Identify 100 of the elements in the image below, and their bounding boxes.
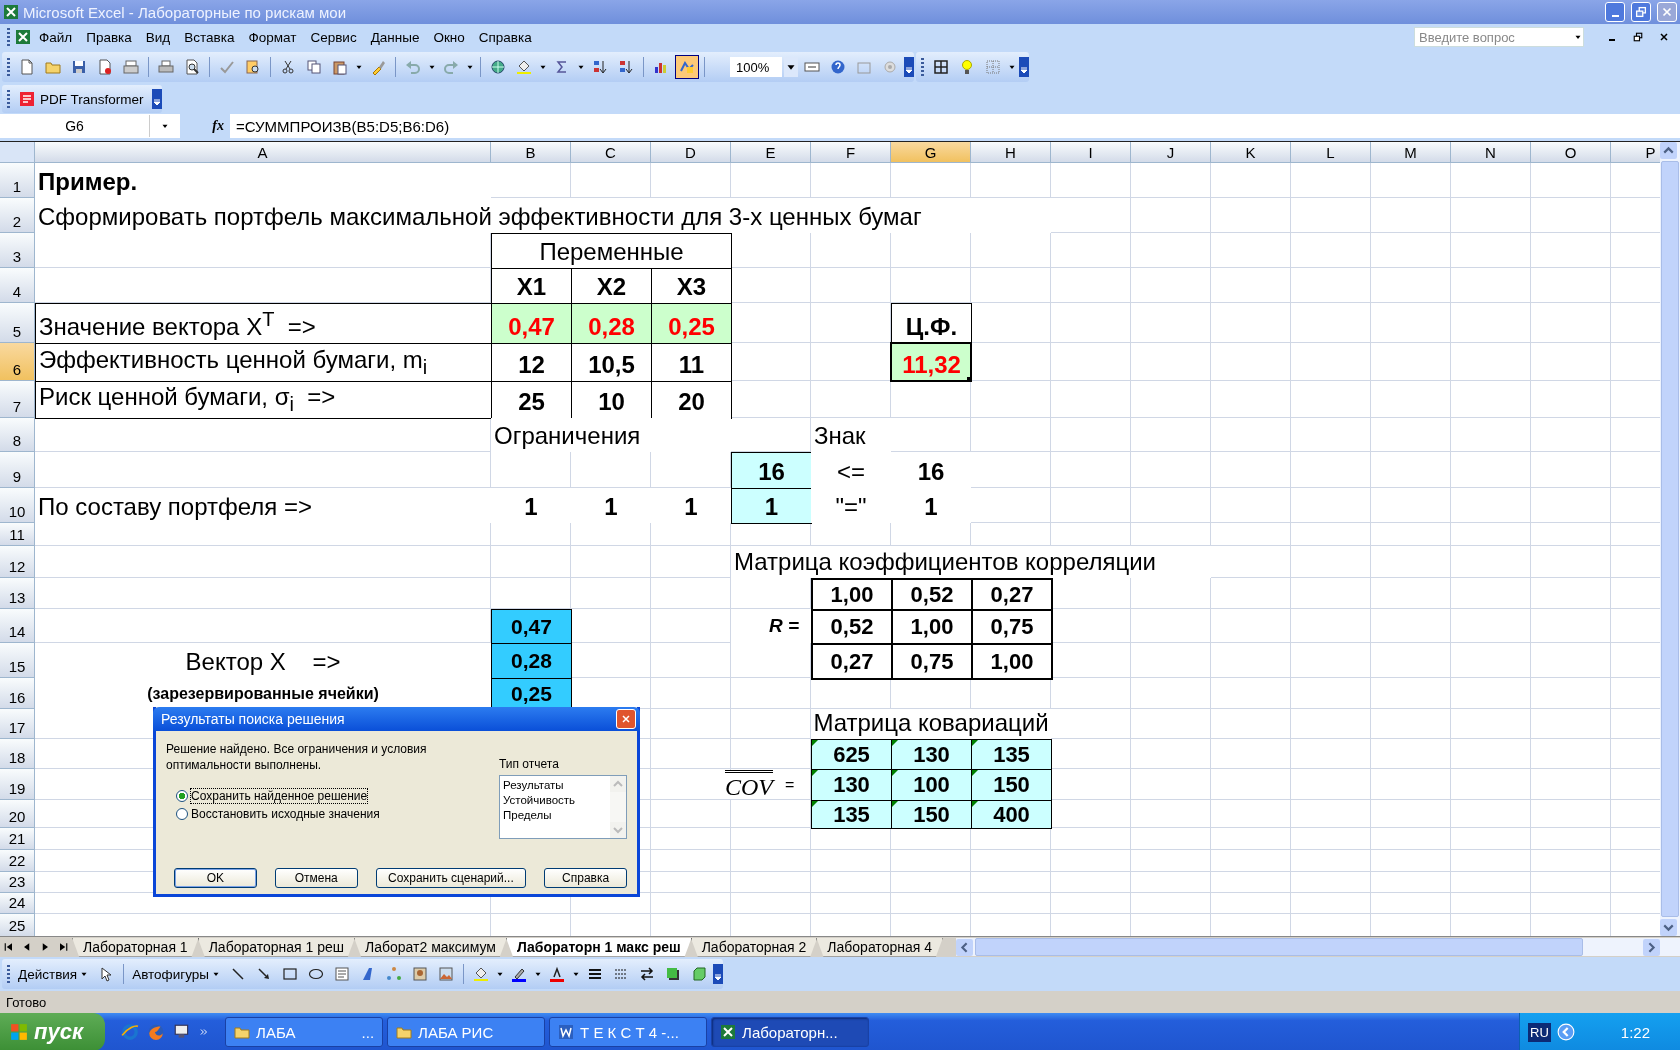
menu-item[interactable]: Файл <box>33 27 79 47</box>
row-header[interactable]: 4 <box>0 268 35 303</box>
line-color-icon[interactable] <box>510 966 527 982</box>
oval-icon[interactable] <box>307 966 324 982</box>
column-header[interactable]: M <box>1371 142 1451 163</box>
row-header[interactable]: 19 <box>0 769 35 800</box>
column-header[interactable]: K <box>1211 142 1291 163</box>
row-header[interactable]: 17 <box>0 709 35 739</box>
arrow-icon[interactable] <box>255 966 272 982</box>
column-header[interactable]: C <box>571 142 651 163</box>
row-header[interactable]: 18 <box>0 739 35 769</box>
permission-icon[interactable] <box>97 59 113 75</box>
close-icon[interactable] <box>1658 31 1670 43</box>
print-preview-icon[interactable] <box>184 59 200 75</box>
row-header[interactable]: 3 <box>0 233 35 268</box>
diagram-icon[interactable] <box>385 966 402 982</box>
close-button[interactable] <box>616 709 636 729</box>
column-header[interactable]: D <box>651 142 731 163</box>
menu-item[interactable]: Справка <box>472 27 538 47</box>
minimize-button[interactable] <box>1605 2 1625 22</box>
3d-style-icon[interactable] <box>690 966 707 982</box>
restore-icon[interactable] <box>1632 31 1644 43</box>
vertical-scrollbar[interactable] <box>1660 142 1680 936</box>
scroll-down-icon[interactable] <box>1660 919 1677 936</box>
row-size-icon[interactable] <box>804 59 820 75</box>
zoom-field[interactable]: 100% <box>730 57 782 77</box>
copy-icon[interactable] <box>306 59 322 75</box>
column-header[interactable]: N <box>1451 142 1531 163</box>
sheet-tab[interactable]: Лаборат2 максимум <box>354 937 507 957</box>
hyperlink-icon[interactable] <box>490 59 506 75</box>
report-item[interactable]: Устойчивость <box>503 793 607 808</box>
print-icon[interactable] <box>158 59 174 75</box>
fill-icon[interactable] <box>516 59 532 75</box>
row-header[interactable]: 22 <box>0 850 35 872</box>
line-style-icon[interactable] <box>586 966 603 982</box>
sort-ascending-icon[interactable] <box>592 59 608 75</box>
menu-item[interactable]: Вставка <box>178 27 241 47</box>
sheet-tab[interactable]: Лабораторная 2 <box>690 937 818 957</box>
menu-item[interactable]: Правка <box>80 27 138 47</box>
browser-icon[interactable] <box>121 1023 140 1041</box>
autoshapes-menu[interactable]: Автофигуры <box>129 966 224 982</box>
row-header[interactable]: 2 <box>0 198 35 233</box>
research-icon[interactable] <box>245 59 261 75</box>
column-header[interactable]: O <box>1531 142 1611 163</box>
report-item[interactable]: Пределы <box>503 808 607 823</box>
row-header[interactable]: 24 <box>0 893 35 914</box>
row-header[interactable]: 20 <box>0 800 35 828</box>
arrow-style-icon[interactable] <box>638 966 655 982</box>
scroll-up-icon[interactable] <box>1660 142 1677 159</box>
borders-icon[interactable] <box>933 59 949 75</box>
dialog-button[interactable]: OK <box>174 868 257 888</box>
row-header[interactable]: 12 <box>0 546 35 578</box>
sheet-tab[interactable]: Лабораторная 4 <box>816 937 943 957</box>
menu-item[interactable]: Вид <box>139 27 177 47</box>
sheet-tab[interactable]: Лабораторная 1 реш <box>197 937 355 957</box>
menu-item[interactable]: Формат <box>242 27 303 47</box>
row-header[interactable]: 5 <box>0 303 35 343</box>
drawing-icon[interactable] <box>679 59 695 75</box>
row-header[interactable]: 13 <box>0 578 35 609</box>
column-header[interactable]: B <box>491 142 571 163</box>
row-header[interactable]: 25 <box>0 914 35 936</box>
column-header[interactable]: P <box>1611 142 1660 163</box>
column-header[interactable]: L <box>1291 142 1371 163</box>
save-icon[interactable] <box>71 59 87 75</box>
workbook-icon[interactable] <box>15 29 31 45</box>
column-header[interactable]: F <box>811 142 891 163</box>
menu-item[interactable]: Данные <box>364 27 426 47</box>
taskbar-button[interactable]: ЛАБА ... <box>225 1017 384 1047</box>
taskbar-button[interactable]: ЛАБА РИС <box>387 1017 546 1047</box>
new-document-icon[interactable] <box>19 59 35 75</box>
text-box-icon[interactable] <box>333 966 350 982</box>
restore-button[interactable] <box>1631 2 1651 22</box>
formula-field[interactable]: =СУММПРОИЗВ(B5:D5;B6:D6) <box>230 117 450 135</box>
row-header[interactable]: 23 <box>0 872 35 893</box>
expand-tray-icon[interactable] <box>1556 1023 1575 1041</box>
row-header[interactable]: 11 <box>0 523 35 546</box>
format-painter-icon[interactable] <box>370 59 386 75</box>
insert-function-button[interactable]: fx <box>180 114 230 138</box>
row-header[interactable]: 9 <box>0 452 35 488</box>
dash-style-icon[interactable] <box>612 966 629 982</box>
line-icon[interactable] <box>229 966 246 982</box>
font-color-icon[interactable] <box>548 966 565 982</box>
dialog-button[interactable]: Справка <box>544 868 627 888</box>
column-header[interactable]: E <box>731 142 811 163</box>
row-header[interactable]: 6 <box>0 343 35 381</box>
column-header[interactable]: A <box>35 142 491 163</box>
sheet-tab[interactable]: Лабораторн 1 макс реш <box>505 937 692 957</box>
row-header[interactable]: 8 <box>0 418 35 452</box>
row-header[interactable]: 14 <box>0 609 35 643</box>
mail-icon[interactable] <box>123 59 139 75</box>
help-icon[interactable] <box>830 59 846 75</box>
taskbar-button[interactable]: Лабораторн... <box>711 1017 870 1047</box>
tip-bulb-icon[interactable] <box>959 59 975 75</box>
radio-option[interactable]: Сохранить найденное решение <box>166 789 499 803</box>
column-header[interactable]: J <box>1131 142 1211 163</box>
column-header[interactable]: G <box>891 142 971 163</box>
row-header[interactable]: 7 <box>0 381 35 418</box>
actions-menu[interactable]: Действия <box>15 966 93 982</box>
name-box[interactable]: G6 <box>0 115 150 137</box>
shadow-icon[interactable] <box>664 966 681 982</box>
